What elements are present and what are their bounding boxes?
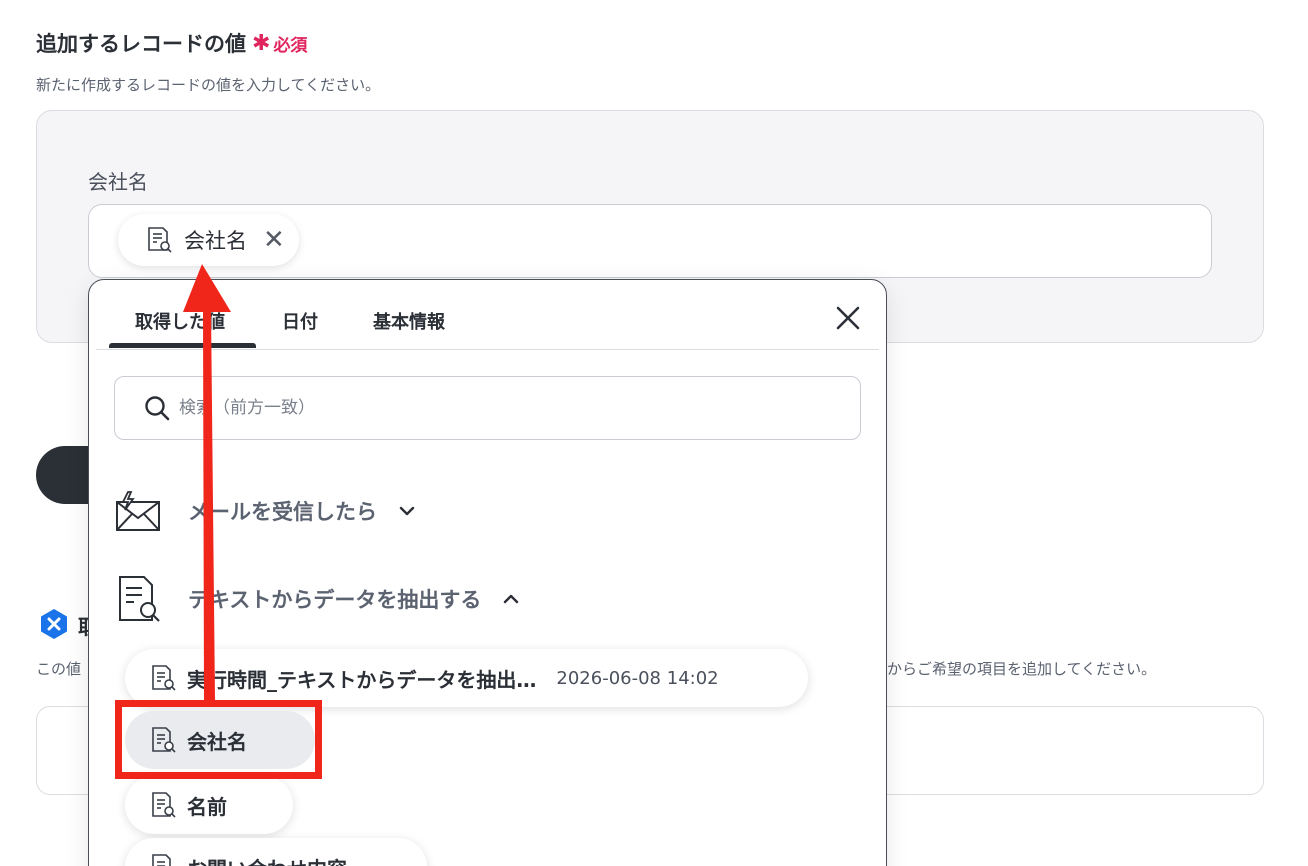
search-input[interactable] (179, 398, 779, 418)
search-icon (145, 396, 170, 421)
app-badge-icon (41, 609, 67, 639)
field-label-company: 会社名 (88, 170, 148, 194)
mail-trigger-icon (116, 491, 160, 531)
tab-date[interactable]: 日付 (282, 308, 318, 334)
item-label: 名前 (187, 794, 227, 819)
search-box[interactable] (114, 376, 861, 440)
tab-divider (96, 349, 879, 350)
required-star-icon: ✱ (252, 30, 271, 56)
extracted-document-icon (148, 227, 172, 253)
variable-chip-company[interactable]: 会社名 ✕ (118, 214, 299, 266)
required-label: 必須 (273, 35, 308, 56)
chevron-up-icon (504, 594, 519, 604)
tab-obtained-values[interactable]: 取得した値 (135, 308, 225, 334)
extracted-document-icon (152, 854, 171, 866)
item-value: 2026-06-08 14:02 (556, 667, 719, 689)
annotation-highlight-box (115, 700, 322, 779)
section-title: 追加するレコードの値 ✱ 必須 (36, 28, 307, 58)
section-description: 新たに作成するレコードの値を入力してください。 (36, 76, 381, 94)
active-tab-indicator (109, 343, 256, 348)
close-icon[interactable] (832, 302, 864, 334)
lower-section-description: この値 (36, 660, 82, 678)
chevron-down-icon (399, 506, 415, 516)
list-item-execution-time[interactable]: 実行時間_テキストからデータを抽出… 2026-06-08 14:02 (125, 649, 808, 707)
extracted-document-icon (152, 792, 176, 818)
item-label: 実行時間_テキストからデータを抽出… (187, 667, 537, 692)
group-label: テキストからデータを抽出する (188, 588, 482, 612)
section-title-text: 追加するレコードの値 (36, 32, 246, 56)
extracted-document-icon (119, 576, 160, 622)
lower-section-description-tail: からご希望の項目を追加してください。 (887, 660, 1157, 678)
group-label: メールを受信したら (188, 500, 377, 524)
list-item-name[interactable]: 名前 (125, 776, 293, 834)
tab-basic-info[interactable]: 基本情報 (373, 308, 445, 334)
item-label: お問い合わせ内容 (187, 853, 347, 866)
list-item-inquiry[interactable]: お問い合わせ内容 (125, 838, 427, 866)
group-extract-text[interactable]: テキストからデータを抽出する (114, 574, 521, 624)
chip-remove-icon[interactable]: ✕ (263, 227, 285, 253)
group-mail-received[interactable]: メールを受信したら (114, 490, 417, 532)
chip-label: 会社名 (184, 229, 247, 253)
extracted-document-icon (152, 665, 176, 691)
